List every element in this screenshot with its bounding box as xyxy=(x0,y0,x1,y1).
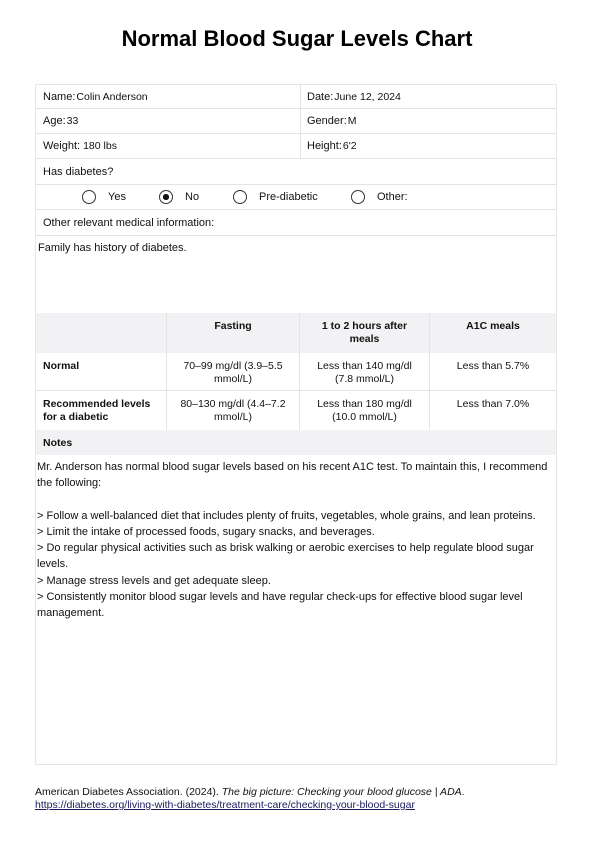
weight-field[interactable]: Weight: 180 lbs xyxy=(36,134,301,158)
name-field[interactable]: Name: Colin Anderson xyxy=(36,85,301,108)
age-field[interactable]: Age: 33 xyxy=(36,109,301,133)
weight-height-row: Weight: 180 lbs Height: 6'2 xyxy=(36,134,556,159)
notes-item: > Manage stress levels and get adequate … xyxy=(37,574,271,587)
diabetes-question: Has diabetes? xyxy=(36,159,556,184)
gender-label: Gender: xyxy=(307,115,347,127)
cell-normal-fasting: 70–99 mg/dl (3.9–5.5 mmol/L) xyxy=(166,353,299,390)
notes-spacer xyxy=(37,492,550,508)
table-row: Normal 70–99 mg/dl (3.9–5.5 mmol/L) Less… xyxy=(36,353,556,391)
gender-field[interactable]: Gender: M xyxy=(301,109,556,133)
radio-no[interactable]: No xyxy=(159,190,199,204)
height-value: 6'2 xyxy=(342,140,357,152)
age-value: 33 xyxy=(66,115,79,127)
radio-yes[interactable]: Yes xyxy=(82,190,126,204)
row-label-normal: Normal xyxy=(43,360,80,372)
diabetes-radio-group: Yes No Pre-diabetic Other: xyxy=(36,185,556,209)
notes-item: > Consistently monitor blood sugar level… xyxy=(37,591,523,620)
age-label: Age: xyxy=(43,115,66,127)
notes-header: Notes xyxy=(36,430,556,455)
patient-form: Name: Colin Anderson Date: June 12, 2024… xyxy=(35,84,557,765)
cell-normal-after-meals: Less than 140 mg/dl (7.8 mmol/L) xyxy=(299,353,429,390)
cell-normal-a1c: Less than 5.7% xyxy=(429,353,556,390)
cell-diabetic-fasting: 80–130 mg/dl (4.4–7.2 mmol/L) xyxy=(166,391,299,430)
cell-diabetic-a1c: Less than 7.0% xyxy=(429,391,556,430)
row-label-diabetic: Recommended levels for a diabetic xyxy=(43,398,151,423)
page-title: Normal Blood Sugar Levels Chart xyxy=(121,26,473,51)
radio-no-label: No xyxy=(185,191,200,203)
diabetes-options-row: Yes No Pre-diabetic Other: xyxy=(36,185,556,210)
table-header-empty xyxy=(36,313,166,353)
radio-other-circle-icon[interactable] xyxy=(351,190,365,204)
table-header-row: Fasting 1 to 2 hours after meals A1C mea… xyxy=(36,313,556,353)
gender-value: M xyxy=(347,115,357,127)
citation-link[interactable]: https://diabetes.org/living-with-diabete… xyxy=(35,799,415,811)
table-header-after-meals: 1 to 2 hours after meals xyxy=(299,313,429,353)
diabetes-question-row: Has diabetes? xyxy=(36,159,556,185)
citation: American Diabetes Association. (2024). T… xyxy=(35,786,565,812)
date-field[interactable]: Date: June 12, 2024 xyxy=(301,85,556,108)
height-field[interactable]: Height: 6'2 xyxy=(301,134,556,158)
notes-item: > Limit the intake of processed foods, s… xyxy=(37,525,375,538)
medical-info-header: Other relevant medical information: xyxy=(36,210,556,235)
table-header-fasting: Fasting xyxy=(166,313,299,353)
notes-intro: Mr. Anderson has normal blood sugar leve… xyxy=(37,461,548,490)
radio-other[interactable]: Other: xyxy=(351,190,408,204)
cell-diabetic-after-meals: Less than 180 mg/dl (10.0 mmol/L) xyxy=(299,391,429,430)
table-row: Recommended levels for a diabetic 80–130… xyxy=(36,391,556,430)
name-label: Name: xyxy=(43,90,76,103)
medical-info-row: Other relevant medical information: xyxy=(36,210,556,236)
name-value: Colin Anderson xyxy=(76,90,148,103)
citation-title: The big picture: Checking your blood glu… xyxy=(221,786,462,798)
notes-textarea[interactable]: Mr. Anderson has normal blood sugar leve… xyxy=(36,455,556,622)
radio-no-selected-icon[interactable] xyxy=(159,190,173,204)
diabetes-question-label: Has diabetes? xyxy=(43,165,114,178)
radio-pre-diabetic-label: Pre-diabetic xyxy=(259,191,318,203)
date-label: Date: xyxy=(307,90,334,103)
age-gender-row: Age: 33 Gender: M xyxy=(36,109,556,134)
table-header-a1c: A1C meals xyxy=(429,313,556,353)
weight-label: Weight: xyxy=(43,140,81,152)
citation-prefix: American Diabetes Association. (2024). xyxy=(35,786,222,798)
radio-other-label: Other: xyxy=(377,191,408,203)
weight-value: 180 lbs xyxy=(83,140,117,152)
radio-pre-diabetic-circle-icon[interactable] xyxy=(233,190,247,204)
radio-yes-circle-icon[interactable] xyxy=(82,190,96,204)
medical-info-textarea[interactable]: Family has history of diabetes. xyxy=(36,236,556,313)
name-date-row: Name: Colin Anderson Date: June 12, 2024 xyxy=(36,85,556,109)
radio-pre-diabetic[interactable]: Pre-diabetic xyxy=(233,190,318,204)
radio-yes-label: Yes xyxy=(108,191,126,203)
citation-suffix: . xyxy=(461,786,465,798)
height-label: Height: xyxy=(307,140,342,152)
date-value: June 12, 2024 xyxy=(334,90,401,103)
notes-item: > Do regular physical activities such as… xyxy=(37,542,534,571)
medical-info-label: Other relevant medical information: xyxy=(43,216,215,229)
notes-item: > Follow a well-balanced diet that inclu… xyxy=(37,509,536,522)
